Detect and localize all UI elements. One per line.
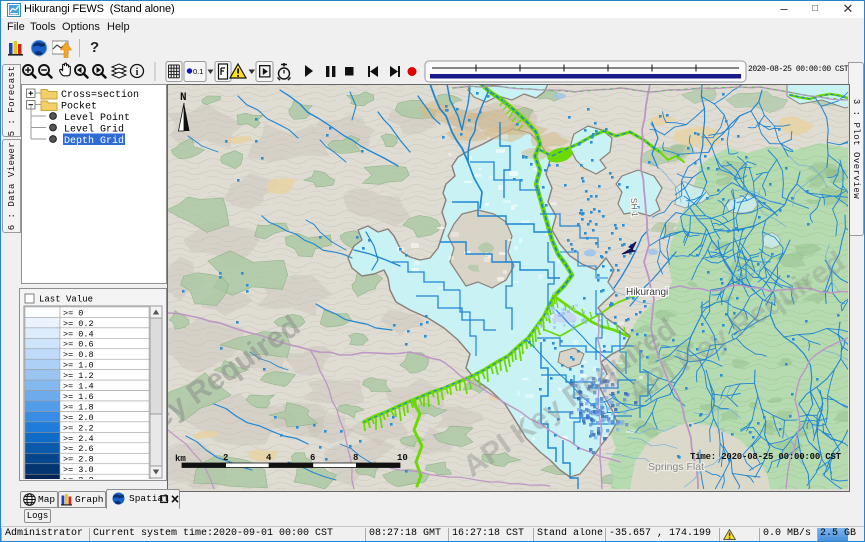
svg-text:Pocket: Pocket: [61, 100, 97, 112]
svg-text:>= 3.2: >= 3.2: [63, 476, 94, 479]
svg-text:km: km: [175, 454, 186, 464]
svg-text:Last Value: Last Value: [39, 295, 93, 305]
svg-text:Cross=section: Cross=section: [61, 89, 139, 101]
svg-text:>= 2.8: >= 2.8: [63, 455, 94, 465]
svg-text:>= 2.0: >= 2.0: [63, 413, 94, 423]
svg-text:Level Point: Level Point: [64, 112, 130, 124]
svg-text:i: i: [136, 67, 139, 78]
svg-text:Springs Flat: Springs Flat: [648, 461, 704, 473]
svg-text:>= 0.6: >= 0.6: [63, 340, 94, 350]
svg-text:>= 1.2: >= 1.2: [63, 371, 94, 381]
svg-text:N: N: [180, 92, 187, 104]
svg-text:>= 0.8: >= 0.8: [63, 350, 94, 360]
svg-text:>= 0: >= 0: [63, 308, 83, 318]
svg-text:Hikurangi: Hikurangi: [626, 287, 668, 298]
svg-text:6: 6: [310, 453, 315, 463]
svg-text:>= 1.0: >= 1.0: [63, 361, 94, 371]
svg-text:>= 1.6: >= 1.6: [63, 392, 94, 402]
svg-text:>= 2.6: >= 2.6: [63, 444, 94, 454]
svg-text:>= 1.8: >= 1.8: [63, 403, 94, 413]
svg-text:>= 1.4: >= 1.4: [63, 382, 94, 392]
svg-text:2: 2: [223, 453, 228, 463]
svg-text:8: 8: [353, 453, 358, 463]
svg-text:0.1: 0.1: [193, 67, 203, 76]
svg-text:Time: 2020-08-25 00:00:00 CST: Time: 2020-08-25 00:00:00 CST: [690, 452, 842, 462]
svg-text:>= 3.0: >= 3.0: [63, 465, 94, 475]
svg-text:>= 0.2: >= 0.2: [63, 319, 94, 329]
svg-text:>= 0.4: >= 0.4: [63, 329, 94, 339]
svg-text:SH 1: SH 1: [629, 198, 640, 218]
svg-text:>= 2.2: >= 2.2: [63, 423, 94, 433]
svg-text:10: 10: [397, 453, 408, 463]
svg-text:>= 2.4: >= 2.4: [63, 434, 94, 444]
svg-text:4: 4: [266, 453, 272, 463]
svg-text:Depth Grid: Depth Grid: [64, 135, 124, 147]
